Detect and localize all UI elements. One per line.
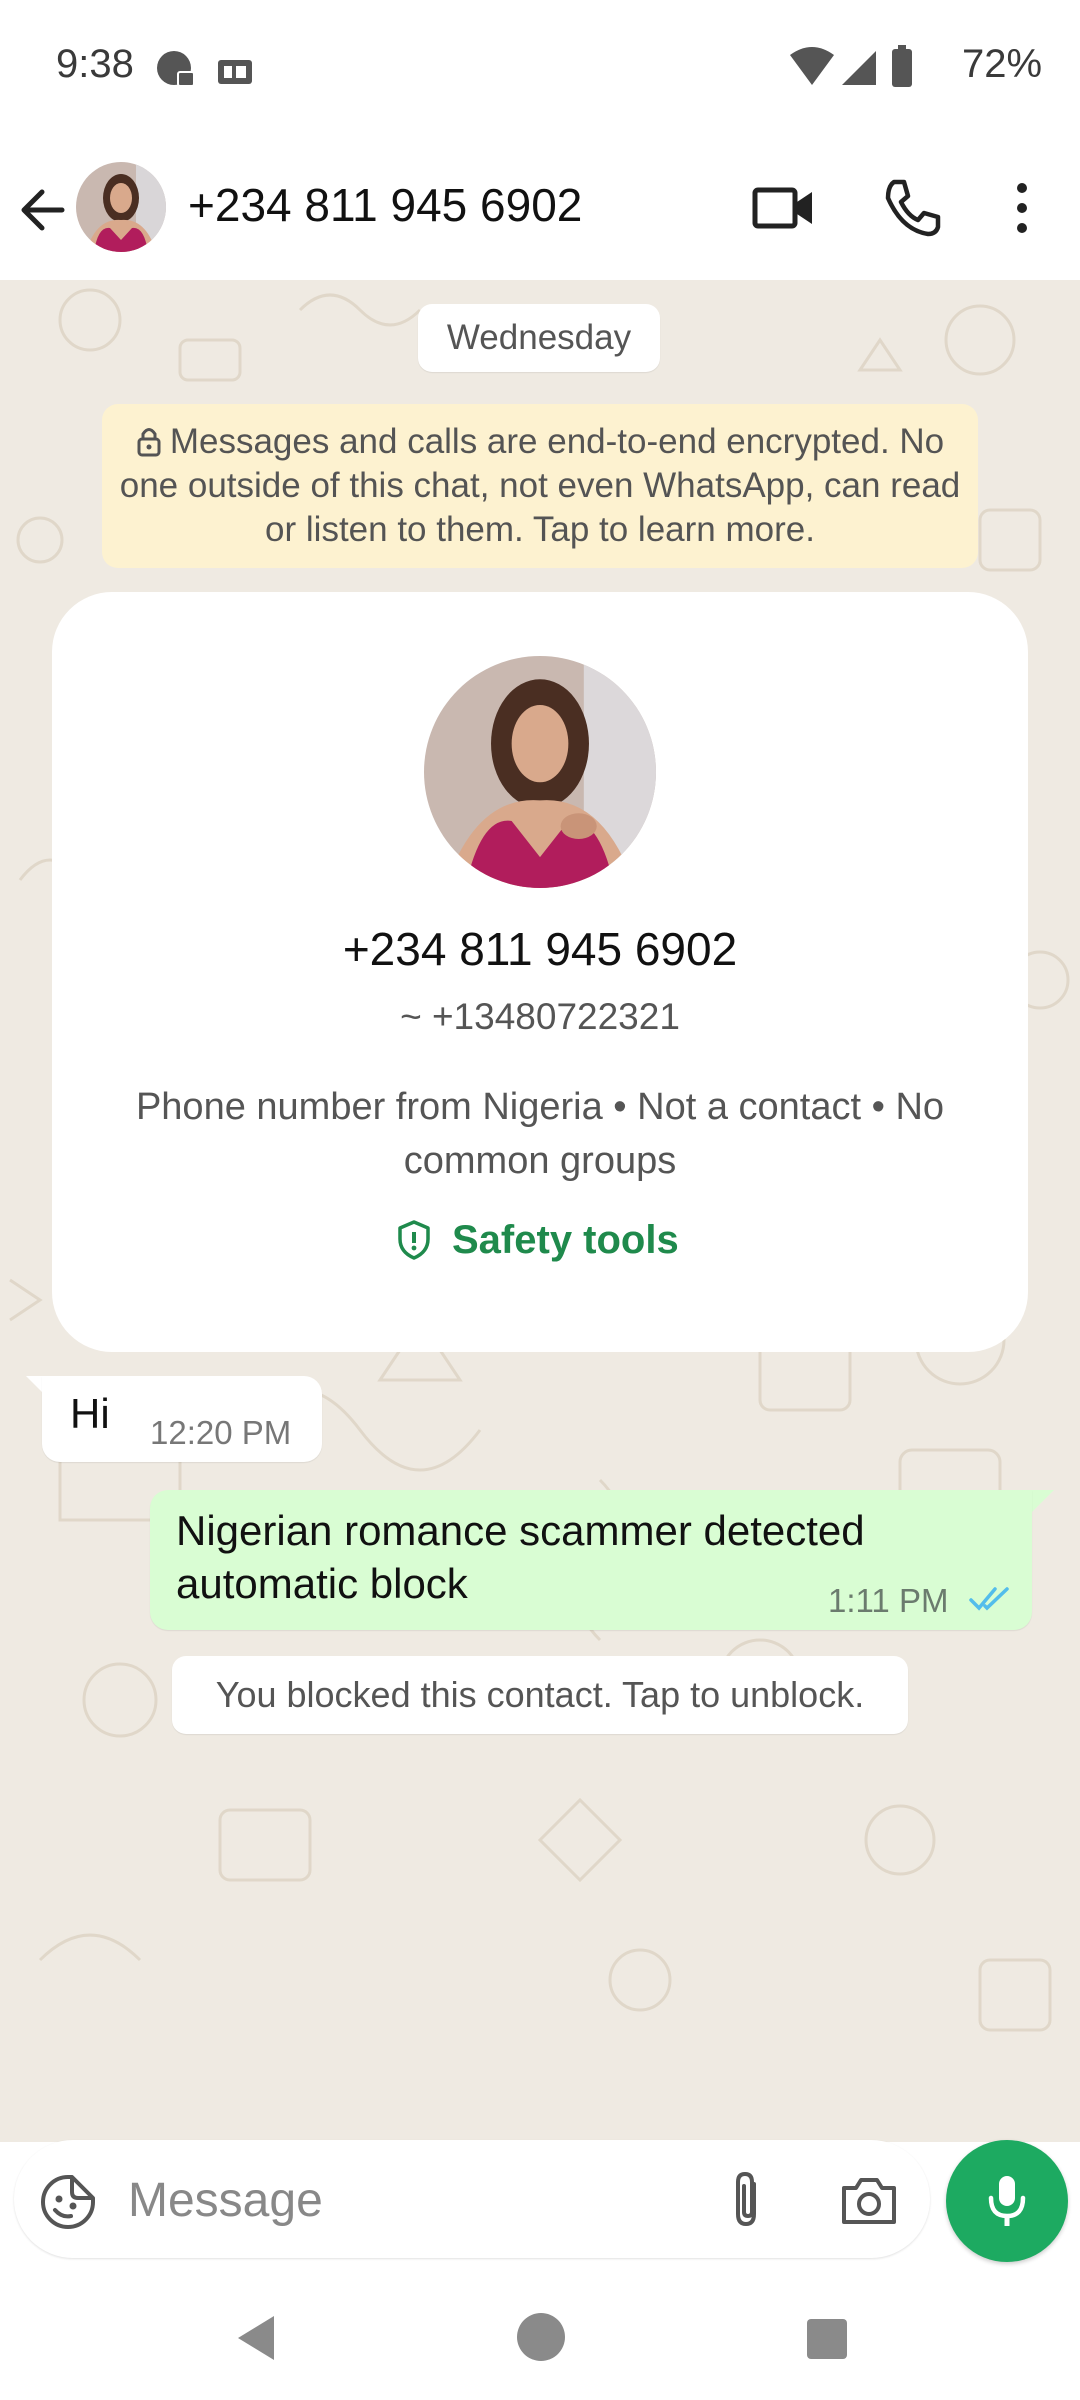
blocked-contact-notice[interactable]: You blocked this contact. Tap to unblock… <box>172 1656 908 1734</box>
contact-avatar[interactable] <box>76 162 166 252</box>
outgoing-message-time: 1:11 PM <box>828 1582 949 1619</box>
attach-icon[interactable] <box>720 2170 776 2232</box>
card-details: Phone number from Nigeria • Not a contac… <box>135 1086 945 1182</box>
nav-back-icon[interactable] <box>232 2312 280 2369</box>
chat-notification-icon <box>157 51 195 87</box>
safety-tools-label: Safety tools <box>452 1217 679 1262</box>
voice-call-icon[interactable] <box>880 176 944 240</box>
status-system-icons <box>788 45 958 96</box>
shield-icon <box>398 1220 430 1260</box>
lock-icon <box>137 428 161 457</box>
incoming-message-time: 12:20 PM <box>150 1414 292 1451</box>
encryption-notice-text: Messages and calls are end-to-end encryp… <box>119 422 961 549</box>
video-call-icon[interactable] <box>752 180 816 236</box>
outgoing-bubble-tail <box>1032 1490 1054 1512</box>
chat-title[interactable]: +234 811 945 6902 <box>188 178 582 232</box>
card-alias: ~ +13480722321 <box>400 996 680 1037</box>
camera-icon[interactable] <box>838 2170 900 2230</box>
back-arrow-icon[interactable] <box>16 182 72 238</box>
media-notification-icon <box>218 60 252 84</box>
sticker-icon[interactable] <box>38 2172 98 2232</box>
signal-icon <box>842 51 876 85</box>
card-phone-number: +234 811 945 6902 <box>342 923 738 975</box>
read-receipt-icon <box>968 1584 1012 1619</box>
status-notification-icons <box>154 48 264 97</box>
nav-home-icon[interactable] <box>516 2312 566 2367</box>
nav-recents-icon[interactable] <box>806 2318 848 2365</box>
status-time: 9:38 <box>56 42 134 86</box>
battery-percentage: 72% <box>962 42 1043 86</box>
mic-button[interactable] <box>946 2140 1068 2262</box>
wifi-icon <box>790 47 834 85</box>
more-vert-icon[interactable] <box>1000 176 1044 240</box>
date-chip: Wednesday <box>418 304 660 372</box>
message-input[interactable] <box>126 2154 690 2246</box>
battery-icon <box>892 45 912 87</box>
contact-profile-photo[interactable] <box>424 656 656 888</box>
encryption-notice[interactable]: Messages and calls are end-to-end encryp… <box>102 404 978 568</box>
mic-icon <box>988 2176 1026 2226</box>
incoming-message-text: Hi <box>70 1390 110 1437</box>
safety-tools-button[interactable]: Safety tools <box>396 1212 679 1268</box>
